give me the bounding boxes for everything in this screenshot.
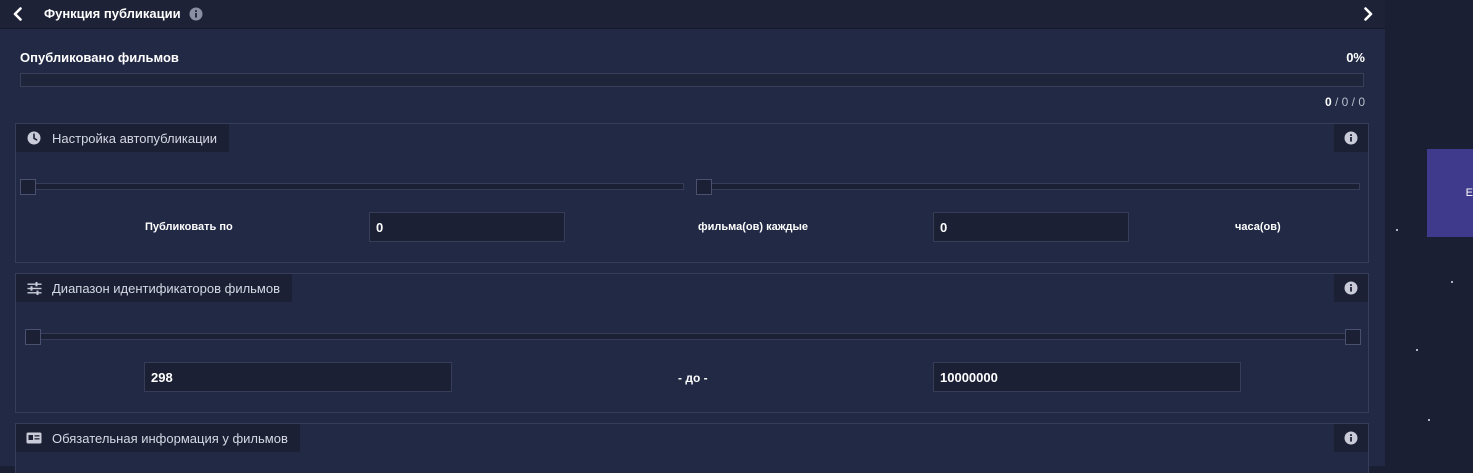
publish-by-label: Публиковать по (145, 221, 233, 233)
panel-header: Функция публикации (0, 0, 1385, 29)
id-from-input[interactable] (144, 362, 452, 392)
films-count-input[interactable] (369, 212, 565, 242)
side-action-label: Е (1465, 187, 1473, 199)
autopublish-title: Настройка автопубликации (52, 130, 218, 146)
required-info-info-button[interactable] (1334, 424, 1368, 452)
id-range-section: Диапазон идентификаторов фильмов - до - (15, 273, 1369, 413)
published-counts: 0 / 0 / 0 (1325, 95, 1365, 109)
clock-icon (26, 130, 42, 146)
required-info-title: Обязательная информация у фильмов (52, 430, 288, 446)
id-range-header: Диапазон идентификаторов фильмов (16, 274, 293, 302)
info-icon (1344, 281, 1358, 295)
chevron-right-icon (1364, 7, 1373, 21)
films-slider-track[interactable] (21, 183, 684, 190)
publication-panel: Функция публикации Опубликовано фильмов … (0, 0, 1385, 473)
progress-bar (20, 73, 1364, 87)
id-range-max-handle[interactable] (1345, 329, 1361, 345)
progress-percent: 0% (1346, 50, 1365, 65)
side-action-button[interactable]: Е (1427, 149, 1473, 237)
count-rest: / 0 / 0 (1331, 95, 1365, 109)
title-info-button[interactable] (188, 6, 204, 22)
sliders-icon (26, 280, 42, 296)
background-star (1451, 281, 1453, 283)
chevron-left-icon (13, 7, 22, 21)
page-title: Функция публикации (44, 6, 181, 21)
autopublish-section: Настройка автопубликации Публиковать по … (15, 123, 1369, 263)
id-range-title: Диапазон идентификаторов фильмов (52, 280, 281, 296)
autopublish-header: Настройка автопубликации (16, 124, 230, 152)
id-to-label: - до - (678, 371, 708, 385)
info-icon (189, 7, 203, 21)
hours-slider-track[interactable] (697, 183, 1360, 190)
progress-label: Опубликовано фильмов (20, 50, 179, 65)
id-range-info-button[interactable] (1334, 274, 1368, 302)
films-every-label: фильма(ов) каждые (698, 221, 809, 233)
background-star (1396, 229, 1398, 231)
hours-slider-handle[interactable] (696, 179, 712, 195)
hours-input[interactable] (933, 212, 1129, 242)
id-card-icon (26, 430, 42, 446)
hours-label: часа(ов) (1235, 221, 1281, 233)
next-button[interactable] (1358, 4, 1378, 24)
required-info-header: Обязательная информация у фильмов (16, 424, 300, 452)
info-icon (1344, 131, 1358, 145)
films-slider-handle[interactable] (20, 179, 36, 195)
id-range-slider-track[interactable] (26, 333, 1360, 340)
count-published: 0 (1324, 95, 1332, 109)
background-star (1428, 419, 1430, 421)
autopublish-info-button[interactable] (1334, 124, 1368, 152)
info-icon (1344, 431, 1358, 445)
id-to-input[interactable] (933, 362, 1241, 392)
background-star (1416, 349, 1418, 351)
prev-button[interactable] (8, 4, 28, 24)
id-range-min-handle[interactable] (25, 329, 41, 345)
